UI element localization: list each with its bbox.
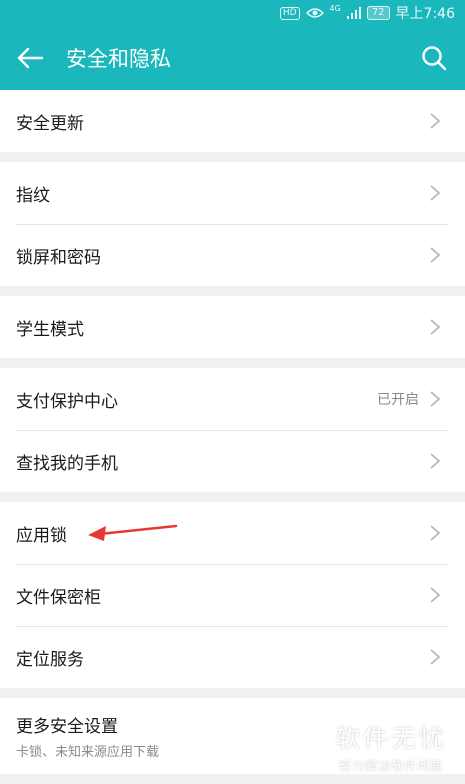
location-item[interactable]: 定位服务 [0, 626, 465, 688]
find-phone-item[interactable]: 查找我的手机 [0, 430, 465, 492]
payment-protection-label: 支付保护中心 [16, 391, 118, 412]
chevron-right-icon [430, 185, 441, 201]
file-safe-label: 文件保密柜 [16, 587, 101, 608]
annotation-arrow-icon [88, 524, 178, 541]
chevron-right-icon [430, 319, 441, 335]
watermark-subtitle: 努力解决软件问题 [338, 759, 443, 773]
chevron-right-icon [430, 453, 441, 469]
group-update: 安全更新 [0, 90, 465, 152]
signal-icon [346, 7, 361, 19]
back-button[interactable] [0, 26, 60, 90]
group-payment: 支付保护中心 已开启 查找我的手机 [0, 368, 465, 492]
battery-indicator: 72 [366, 6, 390, 20]
find-phone-label: 查找我的手机 [16, 453, 118, 474]
fingerprint-label: 指纹 [16, 185, 50, 206]
watermark: 软件无忧 努力解决软件问题 [335, 719, 447, 774]
eye-comfort-icon [305, 8, 324, 18]
app-lock-label: 应用锁 [16, 525, 67, 546]
chevron-right-icon [430, 525, 441, 541]
lock-screen-label: 锁屏和密码 [16, 247, 101, 268]
group-unlock: 指纹 锁屏和密码 [0, 162, 465, 286]
chevron-right-icon [430, 391, 441, 407]
search-button[interactable] [403, 26, 465, 90]
fingerprint-item[interactable]: 指纹 [0, 162, 465, 224]
security-update-item[interactable]: 安全更新 [0, 90, 465, 152]
chevron-right-icon [430, 649, 441, 665]
app-lock-item[interactable]: 应用锁 [0, 502, 465, 564]
student-mode-item[interactable]: 学生模式 [0, 296, 465, 358]
network-type: 4G [329, 4, 341, 13]
payment-protection-item[interactable]: 支付保护中心 已开启 [0, 368, 465, 430]
payment-protection-status: 已开启 [377, 392, 419, 408]
lock-screen-item[interactable]: 锁屏和密码 [0, 224, 465, 286]
group-student: 学生模式 [0, 296, 465, 358]
search-icon [422, 46, 447, 71]
page-title: 安全和隐私 [66, 47, 171, 71]
student-mode-label: 学生模式 [16, 319, 84, 340]
file-safe-item[interactable]: 文件保密柜 [0, 564, 465, 626]
group-privacy: 应用锁 文件保密柜 定位服务 [0, 502, 465, 688]
status-bar: HD 4G 72 早上7:46 [0, 0, 465, 26]
location-label: 定位服务 [16, 649, 84, 670]
chevron-right-icon [430, 113, 441, 129]
security-update-label: 安全更新 [16, 113, 84, 134]
hd-badge: HD [279, 6, 300, 20]
settings-list: 安全更新 指纹 锁屏和密码 学生模式 支付保护中心 已开启 查找我的手机 应用锁… [0, 90, 465, 774]
chevron-right-icon [430, 587, 441, 603]
chevron-right-icon [430, 247, 441, 263]
watermark-title: 软件无忧 [334, 724, 447, 753]
clock: 早上7:46 [395, 6, 455, 22]
app-bar: 安全和隐私 [0, 26, 465, 90]
arrow-left-icon [17, 47, 43, 69]
